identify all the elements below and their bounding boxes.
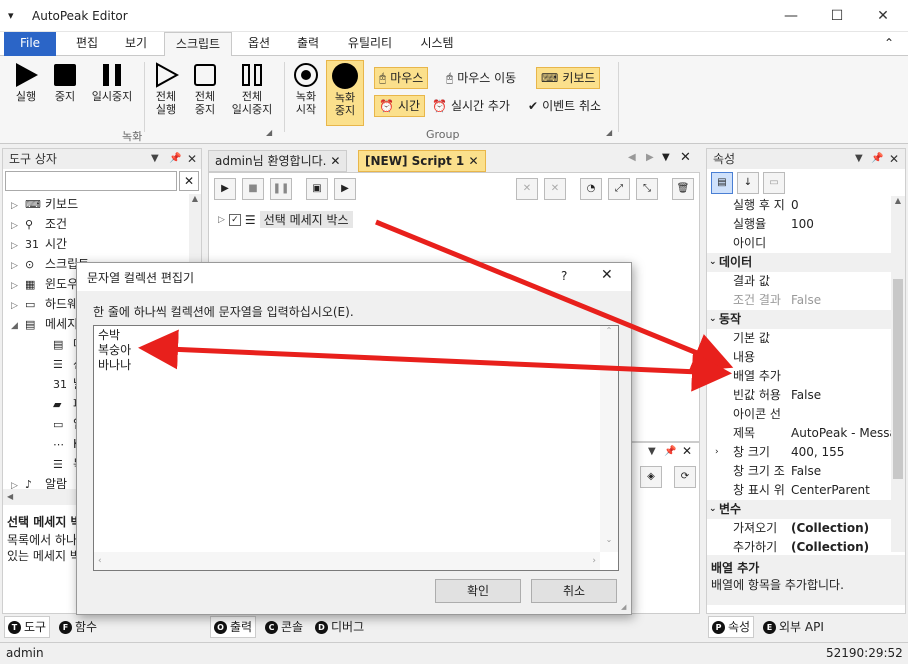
- arrow-node-to-property: [375, 219, 734, 372]
- arrow-dialog-to-property: [138, 329, 732, 392]
- annotation-arrows: [138, 219, 734, 392]
